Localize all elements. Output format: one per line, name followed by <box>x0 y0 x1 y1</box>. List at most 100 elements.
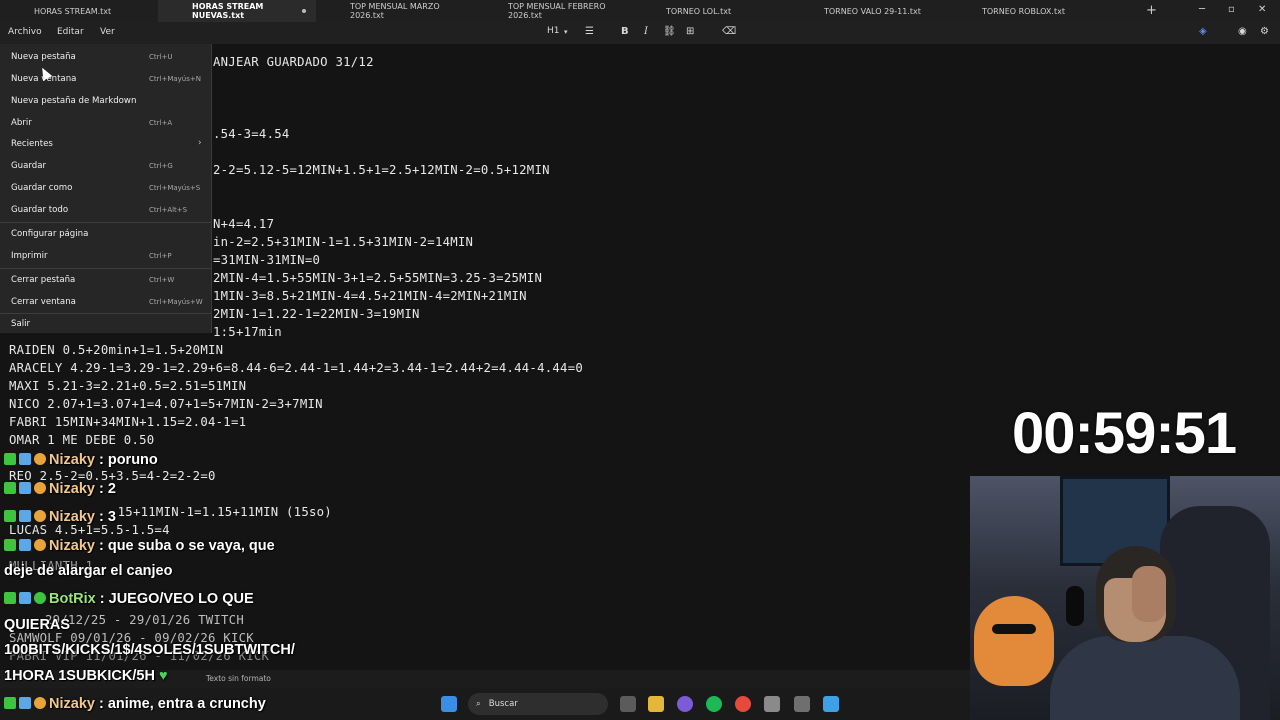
chat-username: Nizaky <box>49 538 95 554</box>
editor-line: 2-2=5.12-5=12MIN+1.5+1=2.5+12MIN-2=0.5+1… <box>213 163 550 177</box>
kick-badge-icon <box>4 453 16 465</box>
settings-gear-icon[interactable]: ⚙ <box>1260 26 1269 37</box>
list-icon[interactable]: ☰ <box>585 26 594 37</box>
shortcut-label: Ctrl+Mayús+N <box>149 75 201 83</box>
menu-item-imprimir[interactable]: Imprimir <box>11 251 48 261</box>
kick-badge-icon <box>4 482 16 494</box>
menu-item-configurar-pagina[interactable]: Configurar página <box>11 229 88 239</box>
minimize-icon[interactable]: ─ <box>1199 4 1205 15</box>
sub-badge-icon <box>19 510 31 522</box>
menu-item-nueva-pestana-markdown[interactable]: Nueva pestaña de Markdown <box>11 96 136 106</box>
taskbar-search[interactable]: ⌕ Buscar <box>468 693 608 715</box>
webcam-person-hand <box>1132 566 1166 622</box>
copilot-icon[interactable]: ◈ <box>1199 26 1207 37</box>
tab-torneo-roblox[interactable]: TORNEO ROBLOX.txt <box>948 0 1106 22</box>
shortcut-label: Ctrl+G <box>149 162 173 170</box>
sub-badge-icon <box>19 453 31 465</box>
chevron-down-icon[interactable]: ▾ <box>564 28 568 36</box>
chat-username: Nizaky <box>49 481 95 497</box>
shortcut-label: Ctrl+Alt+S <box>149 206 188 214</box>
chat-message-continuation: deje de alargar el canjeo <box>4 563 173 579</box>
chat-text: 3 <box>107 509 116 525</box>
close-icon[interactable]: ✕ <box>1258 4 1266 15</box>
windows-start-icon[interactable] <box>441 696 457 712</box>
chat-message: Nizaky : que suba o se vaya, que <box>4 538 275 554</box>
search-placeholder: Buscar <box>488 699 518 709</box>
file-menu-dropdown: Nueva pestaña Ctrl+U Nueva ventana Ctrl+… <box>0 44 212 333</box>
editor-line: OMAR 1 ME DEBE 0.50 <box>9 433 155 447</box>
chat-message-continuation: QUIERAS <box>4 617 71 633</box>
add-tab-icon[interactable]: + <box>1146 3 1157 18</box>
chat-message: BotRix : JUEGO/VEO LO QUE <box>4 591 254 607</box>
discord-icon[interactable] <box>677 696 693 712</box>
shortcut-label: Ctrl+Mayús+S <box>149 184 201 192</box>
chat-message: Nizaky : poruno <box>4 452 158 468</box>
editor-line: 1:5+17min <box>213 325 282 339</box>
menu-item-nueva-pestana[interactable]: Nueva pestaña <box>11 52 76 62</box>
menu-item-recientes[interactable]: Recientes <box>11 139 53 149</box>
heading-dropdown[interactable]: H1 <box>547 26 560 36</box>
sub-badge-icon <box>19 592 31 604</box>
shortcut-label: Ctrl+P <box>149 252 172 260</box>
menu-ver[interactable]: Ver <box>100 27 115 37</box>
editor-line: 2MIN-4=1.5+55MIN-3+1=2.5+55MIN=3.25-3=25… <box>213 271 543 285</box>
clear-format-icon[interactable]: ⌫ <box>722 26 736 37</box>
coin-badge-icon <box>34 482 46 494</box>
green-heart-icon: ♥ <box>158 668 168 684</box>
tab-torneo-valo[interactable]: TORNEO VALO 29-11.txt <box>790 0 948 22</box>
chevron-right-icon: › <box>198 138 202 148</box>
menu-item-guardar-como[interactable]: Guardar como <box>11 183 72 193</box>
bold-icon[interactable]: B <box>621 26 629 37</box>
sub-badge-icon <box>19 697 31 709</box>
account-icon[interactable]: ◉ <box>1238 26 1247 37</box>
menu-archivo[interactable]: Archivo <box>8 27 42 37</box>
webcam-person-body <box>1050 636 1240 720</box>
menu-item-cerrar-pestana[interactable]: Cerrar pestaña <box>11 275 75 285</box>
link-icon[interactable]: ⛓ <box>663 26 676 37</box>
tab-label: HORAS STREAM.txt <box>34 6 112 16</box>
task-view-icon[interactable] <box>620 696 636 712</box>
menu-item-salir[interactable]: Salir <box>11 319 30 329</box>
format-label[interactable]: Texto sin formato <box>206 674 271 683</box>
maximize-icon[interactable]: ▫ <box>1228 4 1235 15</box>
editor-line: RAIDEN 0.5+20min+1=1.5+20MIN <box>9 343 224 357</box>
app-icon[interactable] <box>764 696 780 712</box>
chrome-icon[interactable] <box>735 696 751 712</box>
menu-divider <box>0 313 212 314</box>
spotify-icon[interactable] <box>706 696 722 712</box>
coin-badge-icon <box>34 453 46 465</box>
kick-badge-icon <box>4 539 16 551</box>
menu-item-guardar-todo[interactable]: Guardar todo <box>11 205 68 215</box>
tab-top-marzo[interactable]: TOP MENSUAL MARZO 2026.txt <box>316 0 474 22</box>
webcam-plush-toy <box>974 596 1054 686</box>
chat-username: Nizaky <box>49 452 95 468</box>
table-icon[interactable]: ⊞ <box>686 26 694 37</box>
menu-editar[interactable]: Editar <box>57 27 84 37</box>
editor-line: FABRI 15MIN+34MIN+1.15=2.04-1=1 <box>9 415 247 429</box>
chat-text: anime, entra a crunchy <box>107 696 266 712</box>
menu-item-abrir[interactable]: Abrir <box>11 118 32 128</box>
editor-line: N+4=4.17 <box>213 217 275 231</box>
italic-icon[interactable]: I <box>644 26 648 37</box>
file-explorer-icon[interactable] <box>648 696 664 712</box>
editor-line: 29/12/25 - 29/01/26 TWITCH <box>45 613 244 627</box>
editor-line: 2MIN-1=1.22-1=22MIN-3=19MIN <box>213 307 420 321</box>
editor-line: ARACELY 4.29-1=3.29-1=2.29+6=8.44-6=2.44… <box>9 361 584 375</box>
menu-item-guardar[interactable]: Guardar <box>11 161 46 171</box>
tab-top-febrero[interactable]: TOP MENSUAL FEBRERO 2026.txt <box>474 0 632 22</box>
tab-horas-stream[interactable]: HORAS STREAM.txt <box>0 0 158 22</box>
tab-label: TOP MENSUAL FEBRERO 2026.txt <box>508 2 606 20</box>
webcam-feed <box>970 476 1280 720</box>
notepad-icon[interactable] <box>823 696 839 712</box>
menu-bar: Archivo Editar Ver H1 ▾ ☰ B I ⛓ ⊞ ⌫ ◈ ◉ … <box>0 22 1280 44</box>
tab-torneo-lol[interactable]: TORNEO LOL.txt <box>632 0 790 22</box>
menu-item-cerrar-ventana[interactable]: Cerrar ventana <box>11 297 76 307</box>
shortcut-label: Ctrl+W <box>149 276 175 284</box>
editor-line: =31MIN-31MIN=0 <box>213 253 321 267</box>
editor-line: LUCAS 4.5+1=5.5-1.5=4 <box>9 523 170 537</box>
editor-line: .15+11MIN-1=1.15+11MIN (15so) <box>110 505 332 519</box>
kick-badge-icon <box>4 592 16 604</box>
tab-horas-stream-nuevas[interactable]: HORAS STREAM NUEVAS.txt <box>158 0 316 22</box>
calculator-icon[interactable] <box>794 696 810 712</box>
menu-divider <box>0 268 212 269</box>
